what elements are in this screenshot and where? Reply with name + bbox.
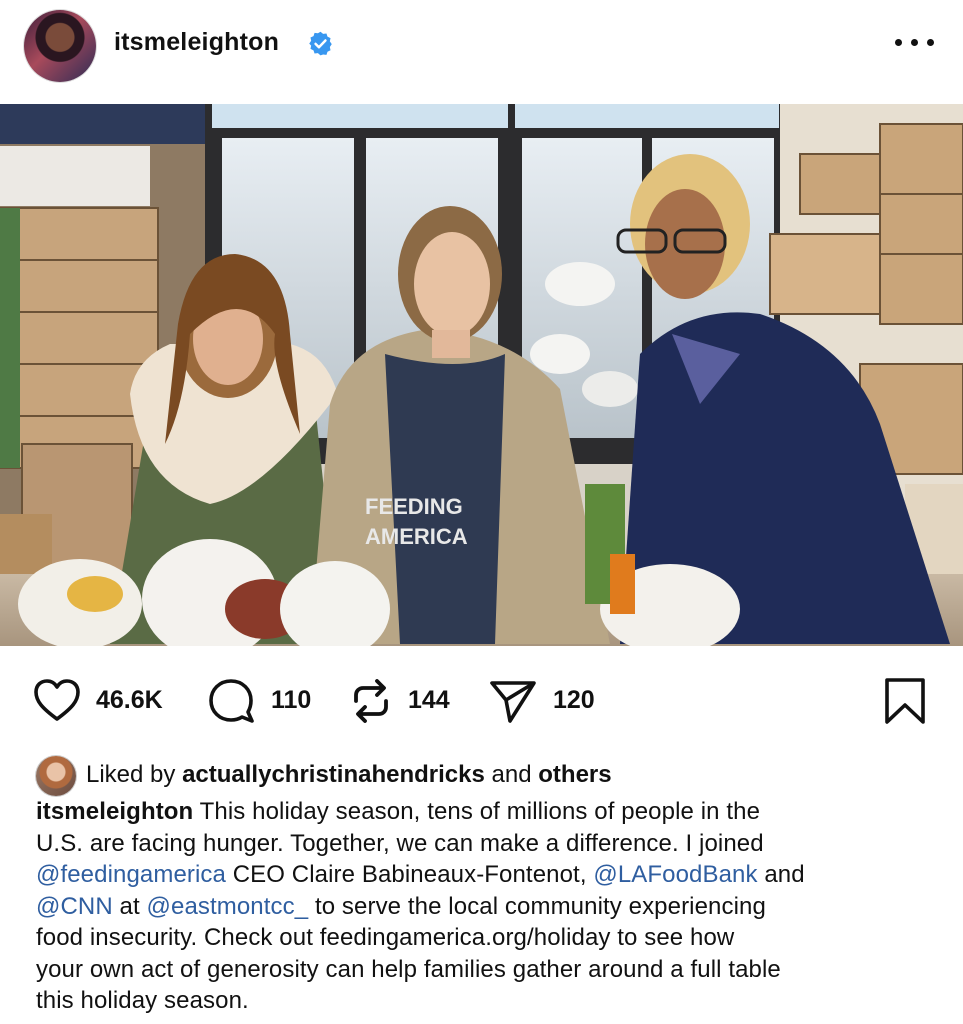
post-caption: itsmeleighton This holiday season, tens … — [36, 796, 936, 1017]
caption-text-4b: to serve the local community experiencin… — [308, 892, 766, 920]
heart-icon[interactable] — [32, 676, 82, 726]
caption-line-6: your own act of generosity can help fami… — [36, 955, 781, 983]
share-count[interactable]: 120 — [553, 686, 595, 715]
liked-by-avatar[interactable] — [36, 756, 76, 796]
mention-feedingamerica[interactable]: @feedingamerica — [36, 861, 226, 888]
liked-by-others[interactable]: others — [538, 761, 611, 788]
caption-text-1: This holiday season, tens of millions of… — [193, 798, 761, 825]
caption-text-4a: at — [112, 892, 147, 920]
mention-cnn[interactable]: @CNN — [36, 893, 113, 920]
caption-text-3b: and — [757, 861, 805, 888]
verified-badge-icon — [309, 31, 332, 56]
liked-by-row: Liked by actuallychristinahendricks and … — [36, 756, 936, 796]
caption-line-3: @feedingamerica CEO Claire Babineaux-Fon… — [36, 859, 936, 891]
share-icon[interactable] — [488, 676, 538, 726]
like-count[interactable]: 46.6K — [96, 686, 163, 715]
caption-line-4: @CNN at @eastmontcc_ to serve the local … — [36, 891, 936, 923]
post-username[interactable]: itsmeleighton — [114, 28, 279, 57]
caption-text-3a: CEO Claire Babineaux-Fontenot, — [225, 861, 594, 888]
comment-count[interactable]: 110 — [271, 686, 311, 715]
action-bar: 46.6K 110 144 120 — [0, 660, 963, 740]
liked-by-middle: and — [484, 761, 539, 788]
repost-icon[interactable] — [346, 676, 396, 726]
profile-avatar[interactable] — [24, 10, 96, 82]
post-image[interactable]: FEEDING AMERICA — [0, 104, 963, 646]
caption-line-5: food insecurity. Check out feedingameric… — [36, 924, 735, 951]
caption-username[interactable]: itsmeleighton — [36, 798, 193, 825]
apron-text-2: AMERICA — [365, 524, 468, 549]
comment-icon[interactable] — [206, 676, 256, 726]
apron-text-1: FEEDING — [365, 494, 463, 519]
caption-line-2: U.S. are facing hunger. Together, we can… — [36, 829, 764, 857]
repost-count[interactable]: 144 — [408, 686, 450, 715]
liked-by-text: Liked by actuallychristinahendricks and … — [86, 761, 612, 789]
more-options-button[interactable] — [893, 30, 937, 54]
bookmark-icon[interactable] — [880, 676, 930, 726]
photo-illustration: FEEDING AMERICA — [0, 104, 963, 646]
post-header: itsmeleighton — [0, 0, 963, 100]
caption-line-1: itsmeleighton This holiday season, tens … — [36, 796, 936, 828]
mention-lafoodbank[interactable]: @LAFoodBank — [593, 861, 757, 888]
liked-by-user[interactable]: actuallychristinahendricks — [182, 761, 485, 788]
mention-eastmontcc[interactable]: @eastmontcc_ — [147, 893, 309, 920]
liked-by-prefix: Liked by — [86, 761, 183, 788]
caption-line-7: this holiday season. — [36, 987, 249, 1014]
